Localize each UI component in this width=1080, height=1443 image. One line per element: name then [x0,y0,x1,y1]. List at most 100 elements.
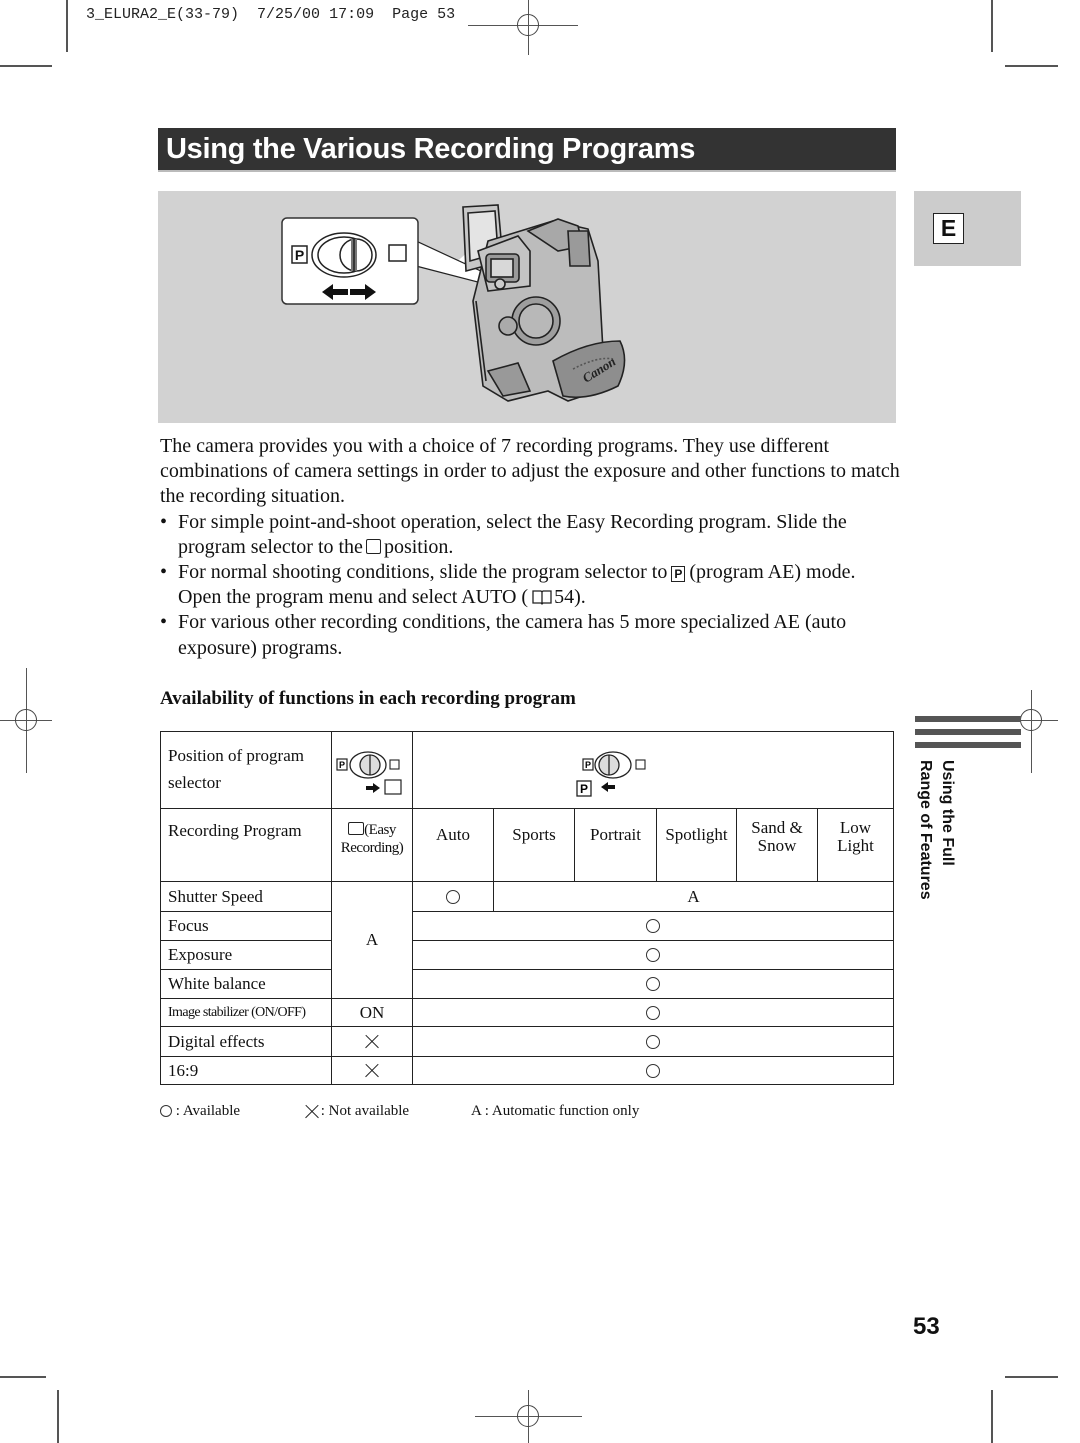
available-icon [446,889,460,904]
table-row: Position of program selector P P P [160,731,894,809]
registration-circle [1020,709,1042,731]
available-icon [646,1063,660,1078]
svg-text:P: P [580,782,588,796]
page-reference[interactable]: 54 [554,586,574,608]
function-label: Focus [160,911,332,941]
all-programs-value-cell [412,998,894,1027]
language-indicator: E [933,213,964,244]
function-label: Image stabilizer (ON/OFF) [160,998,332,1027]
not-available-icon [305,1105,317,1117]
easy-value-cell [331,1056,413,1085]
crop-mark [66,0,68,52]
registration-circle [517,14,539,36]
function-label: Exposure [160,940,332,970]
program-sports: Sports [493,808,575,882]
p-mode-label: P [295,247,304,263]
table-row: Shutter Speed A A [160,881,894,999]
all-programs-value-cell [412,1026,894,1057]
selector-row-label: Position of program selector [160,731,332,809]
camcorder-drawing: P Canon [281,204,626,402]
legend-automatic: A : Automatic function only [471,1103,640,1119]
function-label: White balance [160,969,332,999]
function-label: Digital effects [160,1026,332,1057]
crop-mark [0,65,52,67]
easy-recording-square-icon [348,822,365,835]
table-row: White balance [160,969,894,999]
table-row: Image stabilizer (ON/OFF) ON [160,998,894,1027]
selector-p-cell: P P [412,731,894,809]
all-programs-value-cell [412,940,894,970]
program-ae-p-icon: P [671,566,686,583]
bullet-dot: • [160,510,168,533]
page-title: Using the Various Recording Programs [166,133,696,165]
book-reference-icon [532,590,552,606]
arrow-right-icon [366,782,380,793]
section-bar [915,742,1021,748]
section-bar [915,729,1021,735]
section-bar [915,716,1021,722]
selector-easy-position-icon: P [336,750,402,795]
legend-not-available: : Not available [305,1103,409,1120]
registration-circle [15,709,37,731]
program-easy-recording: (Easy Recording) [331,808,413,882]
svg-text:P: P [339,760,345,770]
bullet-dot: • [160,561,168,584]
bullet-specialized-ae: • For various other recording conditions,… [160,611,847,659]
not-available-icon [365,1064,379,1078]
auto-value-cell [412,881,494,912]
easy-recording-square-icon [365,538,381,554]
arrow-left-icon [601,781,615,792]
program-auto: Auto [412,808,494,882]
easy-value-cell [331,1026,413,1057]
section-label: Using the Full Range of Features [917,760,956,900]
easy-value-cell: ON [331,998,413,1027]
program-row-label: Recording Program [160,808,332,882]
crop-mark [0,1376,46,1378]
table-row: 16:9 [160,1056,894,1085]
svg-text:P: P [585,760,591,770]
crop-mark [57,1390,59,1443]
body-text: The camera provides you with a choice of… [160,434,900,661]
not-available-icon [365,1035,379,1049]
intro-paragraph: The camera provides you with a choice of… [160,435,900,508]
crop-mark [1005,1376,1058,1378]
bullet-program-ae: • For normal shooting conditions, slide t… [160,561,856,609]
all-programs-value-cell [412,911,894,941]
camera-illustration: P Canon [158,191,896,423]
available-icon [646,1005,660,1020]
table-row: Recording Program (Easy Recording) Auto S… [160,808,894,882]
section-bars [915,716,1021,755]
easy-value-cell: A [331,881,413,999]
table-row: Digital effects [160,1026,894,1057]
title-bar: Using the Various Recording Programs [158,128,896,172]
others-value-cell: A [493,881,894,912]
function-label: 16:9 [160,1056,332,1085]
print-slug: 3_ELURA2_E(33-79) 7/25/00 17:09 Page 53 [86,6,456,23]
crop-mark [991,1390,993,1443]
selector-easy-cell: P [331,731,413,809]
language-tab: E [914,191,1021,266]
available-icon [160,1105,172,1117]
program-sand-snow: Sand & Snow [736,808,818,882]
selector-p-position-icon: P P [576,750,646,797]
crop-mark [1005,65,1058,67]
bullet-dot: • [160,611,168,634]
legend-available: : Available [160,1103,240,1120]
available-icon [646,977,660,991]
available-icon [646,919,660,933]
program-portrait: Portrait [574,808,657,882]
available-icon [646,1034,660,1049]
available-icon [646,948,660,962]
registration-mark [1031,690,1033,773]
registration-circle [517,1405,539,1427]
bullet-easy-recording: • For simple point-and-shoot operation, s… [160,510,847,558]
program-spotlight: Spotlight [656,808,737,882]
table-heading: Availability of functions in each record… [160,688,576,709]
all-programs-value-cell [412,1056,894,1085]
availability-table: Position of program selector P P P Recor… [160,731,894,1085]
all-programs-value-cell [412,969,894,999]
table-row: Exposure [160,940,894,970]
program-low-light: Low Light [817,808,894,882]
function-label: Shutter Speed [160,881,332,912]
page-number: 53 [913,1313,940,1340]
